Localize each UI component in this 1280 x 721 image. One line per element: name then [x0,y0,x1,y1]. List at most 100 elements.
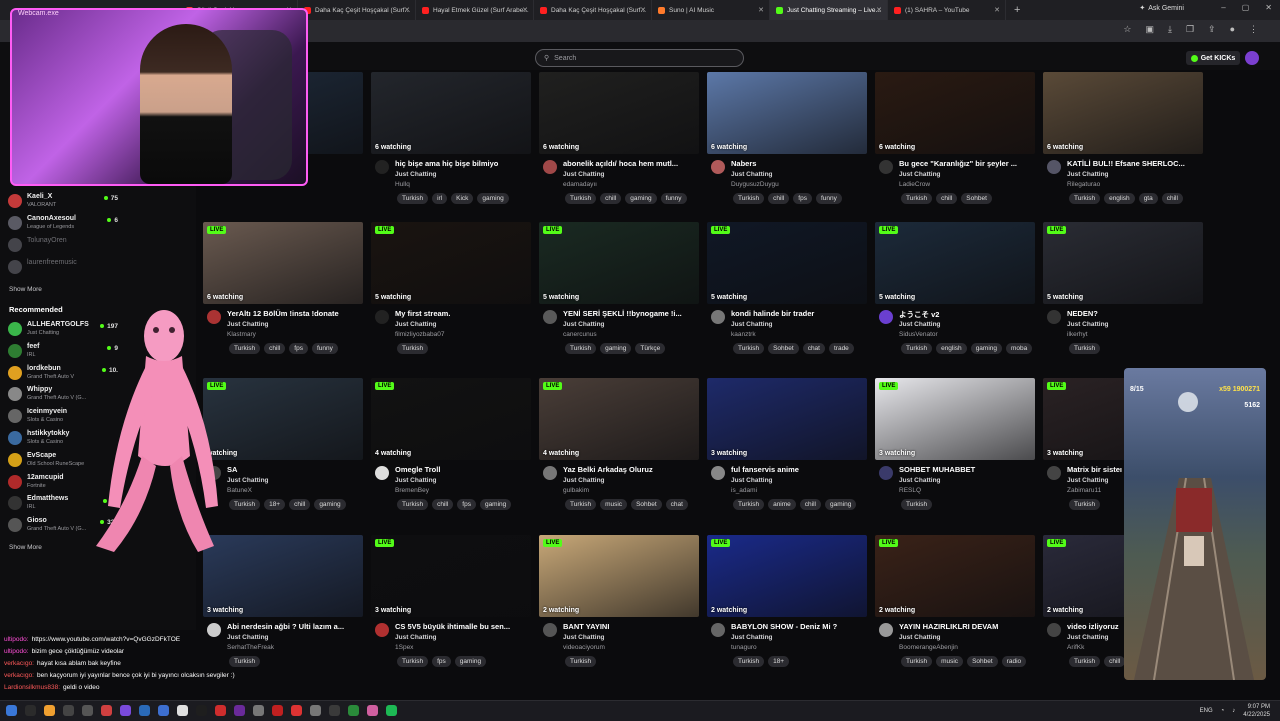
share-icon[interactable]: ⇪ [1208,24,1216,35]
stream-category[interactable]: Just Chatting [563,321,605,328]
tab-close-icon[interactable]: ✕ [522,6,528,14]
stream-tag[interactable]: funny [311,343,338,354]
stream-title[interactable]: NEDEN? [1067,309,1201,318]
tab-close-icon[interactable]: ✕ [876,6,882,14]
taskbar-app-icon[interactable] [25,705,36,716]
stream-tag[interactable]: Sohbet [631,499,662,510]
stream-thumbnail[interactable]: LIVE 5 watching [371,222,531,304]
stream-tag[interactable]: Turkish [229,343,261,354]
stream-thumbnail[interactable]: LIVE 3 watching [875,378,1035,460]
stream-thumbnail[interactable]: LIVE 2 watching [539,535,699,617]
stream-card[interactable]: 3 watching ful fanservis anime Just Chatti… [707,378,867,528]
search-input[interactable]: ⚲ Search [535,49,744,67]
stream-tag[interactable]: Sohbet [967,656,998,667]
stream-tag[interactable]: chill [289,499,311,510]
stream-tag[interactable]: trade [828,343,854,354]
stream-title[interactable]: YAYIN HAZIRLIKLRI DEVAM [899,622,1033,631]
stream-title[interactable]: SOHBET MUHABBET [899,465,1033,474]
stream-category[interactable]: Just Chatting [563,477,605,484]
menu-icon[interactable]: ⋮ [1249,24,1258,35]
stream-title[interactable]: Bu gece "Karanlığız" bir şeyler ... [899,159,1033,168]
taskbar-app-icon[interactable] [310,705,321,716]
stream-tag[interactable]: chat [802,343,825,354]
streamer-avatar[interactable] [1047,160,1061,174]
stream-category[interactable]: Just Chatting [1067,477,1109,484]
streamer-name[interactable]: Klastmary [227,331,256,338]
stream-category[interactable]: Just Chatting [1067,171,1109,178]
user-avatar[interactable] [1245,51,1259,65]
minimize-icon[interactable]: – [1221,3,1225,12]
stream-thumbnail[interactable]: LIVE 2 watching [875,535,1035,617]
stream-title[interactable]: YerAltı 12 BölÜm !insta !donate [227,309,361,318]
stream-category[interactable]: Just Chatting [899,171,941,178]
stream-tag[interactable]: Turkish [901,499,933,510]
stream-thumbnail[interactable]: 6 watching [1043,72,1203,154]
stream-tag[interactable]: 18+ [768,656,790,667]
stream-category[interactable]: Just Chatting [1067,321,1109,328]
stream-title[interactable]: Yaz Belki Arkadaş Oluruz [563,465,697,474]
stream-tag[interactable]: radio [1001,656,1027,667]
streamer-avatar[interactable] [711,466,725,480]
tab-close-icon[interactable]: ✕ [758,6,764,14]
stream-tag[interactable]: chill [768,193,790,204]
stream-card[interactable]: LIVE 3 watching SOHBET MUHABBET Just Chatti… [875,378,1035,528]
streamer-avatar[interactable] [375,623,389,637]
stream-card[interactable]: LIVE 5 watching My first stream. Just Chatt… [371,222,531,372]
taskbar-app-icon[interactable] [177,705,188,716]
stream-tag[interactable]: gaming [600,343,632,354]
stream-category[interactable]: Just Chatting [731,477,773,484]
stream-tag[interactable]: fps [793,193,812,204]
stream-tag[interactable]: irl [432,193,448,204]
stream-thumbnail[interactable]: LIVE 5 watching [1043,222,1203,304]
stream-title[interactable]: My first stream. [395,309,529,318]
extension-icon[interactable]: ▣ [1145,24,1154,35]
get-kicks-button[interactable]: Get KICKs [1186,51,1240,65]
streamer-name[interactable]: kaanztrk [731,331,756,338]
stream-title[interactable]: SA [227,465,361,474]
wifi-icon[interactable]: ◔ [1221,708,1225,714]
stream-title[interactable]: BANT YAYINI [563,622,697,631]
streamer-avatar[interactable] [543,466,557,480]
stream-thumbnail[interactable]: LIVE 5 watching [875,222,1035,304]
stream-tag[interactable]: music [600,499,628,510]
show-more-following[interactable]: Show More [9,286,42,293]
sidebar-channel[interactable]: laurenfreemusic [8,258,188,276]
ask-gemini-button[interactable]: ✦ Ask Gemini [1139,4,1184,13]
taskbar-app-icon[interactable] [120,705,131,716]
taskbar-app-icon[interactable] [158,705,169,716]
stream-title[interactable]: kondi halinde bir trader [731,309,865,318]
profile-icon[interactable]: ● [1230,24,1235,35]
tab-close-icon[interactable]: ✕ [994,6,1000,14]
stream-title[interactable]: ようこそ v2 [899,309,1033,320]
stream-category[interactable]: Just Chatting [227,477,269,484]
browser-tab[interactable]: Just Chatting Streaming – Live... ✕ [770,0,888,20]
stream-title[interactable]: hiç bişe ama hiç bişe bilmiyo [395,159,529,168]
stream-card[interactable]: LIVE 2 watching BABYLON SHOW - Deniz Mi ? J… [707,535,867,685]
streamer-name[interactable]: BoomerangeAbenjin [899,644,958,651]
taskbar-app-icon[interactable] [367,705,378,716]
stream-category[interactable]: Just Chatting [395,171,437,178]
taskbar-app-icon[interactable] [272,705,283,716]
stream-category[interactable]: Just Chatting [899,321,941,328]
stream-tag[interactable]: Turkish [1069,343,1101,354]
stream-tag[interactable]: Turkish [901,343,933,354]
stream-tag[interactable]: Turkish [565,499,597,510]
taskbar-app-icon[interactable] [253,705,264,716]
stream-tag[interactable]: chill [799,499,821,510]
stream-tag[interactable]: music [936,656,964,667]
stream-tag[interactable]: chill [600,193,622,204]
stream-thumbnail[interactable]: LIVE 5 watching [707,222,867,304]
stream-tag[interactable]: Turkish [733,656,765,667]
stream-thumbnail[interactable]: 3 watching [707,378,867,460]
streamer-avatar[interactable] [543,623,557,637]
stream-thumbnail[interactable]: 6 watching [539,72,699,154]
stream-card[interactable]: LIVE watching SA Just Chatting BatuneX Turkis… [203,378,363,528]
stream-thumbnail[interactable]: LIVE 4 watching [371,378,531,460]
stream-thumbnail[interactable]: LIVE 5 watching [539,222,699,304]
stream-tag[interactable]: Turkish [565,343,597,354]
streamer-avatar[interactable] [207,623,221,637]
taskbar-app-icon[interactable] [139,705,150,716]
stream-tag[interactable]: chill [1161,193,1183,204]
streamer-avatar[interactable] [711,623,725,637]
streamer-name[interactable]: ArifKk [1067,644,1084,651]
